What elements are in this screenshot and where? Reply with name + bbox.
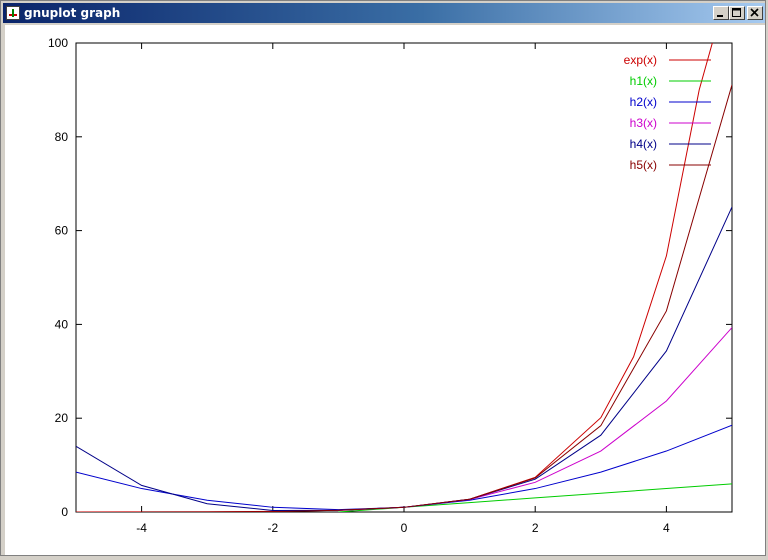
maximize-button[interactable]	[729, 6, 745, 20]
minimize-button[interactable]	[713, 6, 729, 20]
x-tick-label: 4	[663, 521, 670, 535]
series-line-expx	[76, 43, 713, 512]
line-chart: -4 -2 0 2 4020406080100 exp(x)h1(x)h2(x)h3(x…	[48, 36, 733, 535]
legend-label: h4(x)	[630, 137, 657, 151]
x-tick-label: -4	[136, 521, 147, 535]
close-button[interactable]	[747, 6, 763, 20]
close-icon	[750, 8, 759, 17]
plot-area: -4 -2 0 2 4 0 20 40 60 80 100 exp(x) h1(x) h2(x) h3(x…	[5, 25, 765, 555]
legend-label: exp(x)	[624, 53, 657, 67]
plot-frame	[75, 42, 733, 513]
y-tick-label: 40	[55, 317, 69, 331]
gnuplot-app-icon[interactable]	[6, 6, 20, 20]
gnuplot-window: gnuplot graph -4 -2 0 2 4 0 20 40 60 80 100 exp(x)…	[0, 0, 766, 556]
x-tick-label: 0	[401, 521, 408, 535]
series-line-h3x	[338, 327, 732, 511]
maximize-icon	[732, 8, 741, 17]
y-tick-label: 0	[61, 505, 68, 519]
x-tick-label: -2	[267, 521, 278, 535]
y-tick-label: 60	[55, 224, 69, 238]
legend-label: h1(x)	[630, 74, 657, 88]
title-bar[interactable]: gnuplot graph	[3, 3, 765, 23]
legend-label: h3(x)	[630, 116, 657, 130]
y-tick-label: 100	[48, 36, 68, 50]
window-title: gnuplot graph	[24, 6, 121, 20]
y-tick-label: 20	[55, 411, 69, 425]
y-tick-label: 80	[55, 130, 69, 144]
x-tick-label: 2	[532, 521, 539, 535]
minimize-icon	[717, 15, 723, 17]
series-line-h2x	[76, 424, 732, 511]
legend-label: h2(x)	[630, 95, 657, 109]
legend-label: h5(x)	[630, 158, 657, 172]
series-line-h4x	[76, 206, 732, 511]
